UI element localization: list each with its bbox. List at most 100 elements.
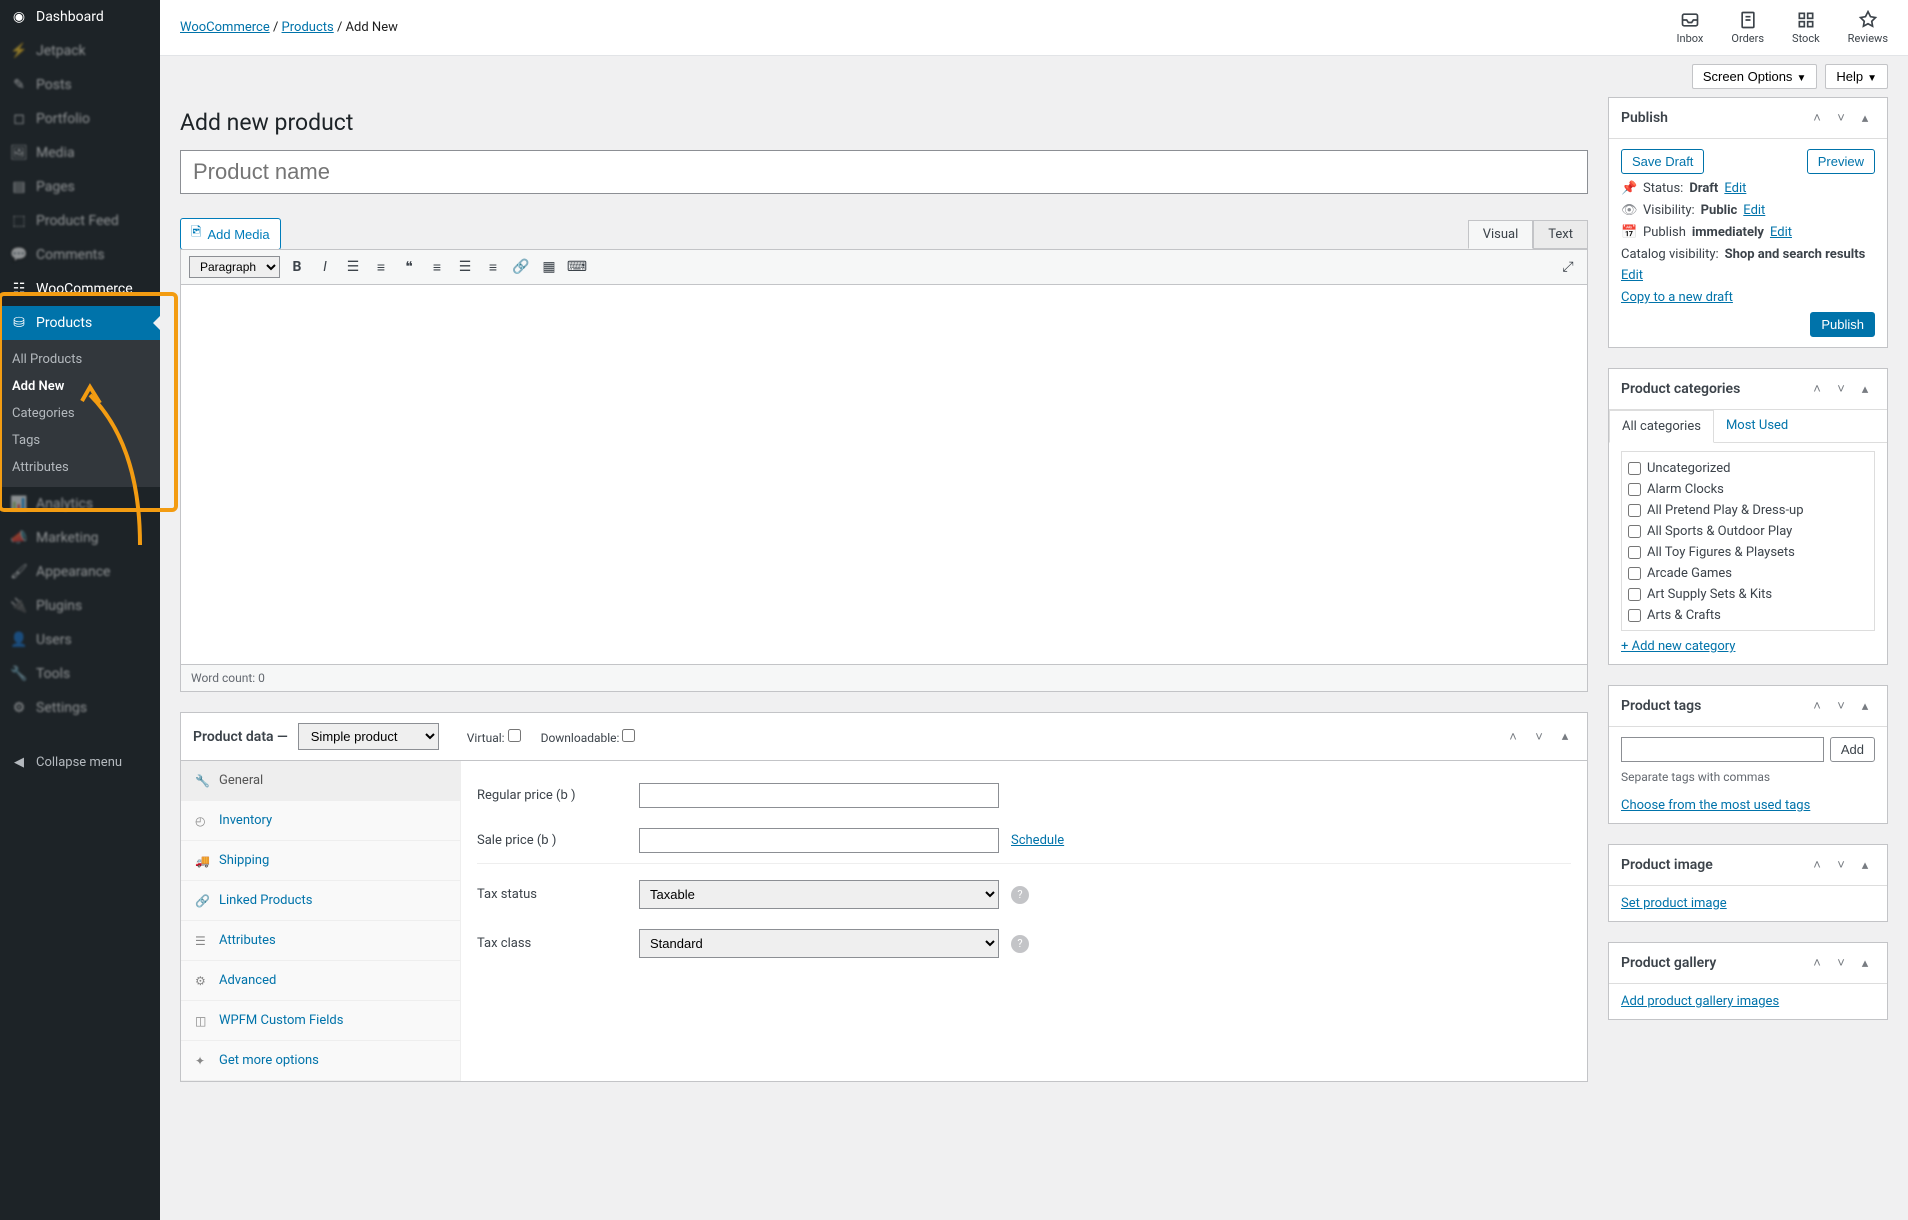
downloadable-checkbox[interactable] bbox=[622, 729, 635, 742]
sidebar-sub-tags[interactable]: Tags bbox=[0, 427, 160, 454]
category-checkbox[interactable] bbox=[1628, 525, 1641, 538]
tax-class-select[interactable]: Standard bbox=[639, 929, 999, 958]
topbar-reviews[interactable]: Reviews bbox=[1848, 10, 1888, 45]
save-draft-button[interactable]: Save Draft bbox=[1621, 149, 1704, 174]
breadcrumb-woocommerce[interactable]: WooCommerce bbox=[180, 20, 270, 35]
category-list[interactable]: Uncategorized Alarm Clocks All Pretend P… bbox=[1621, 451, 1875, 631]
preview-button[interactable]: Preview bbox=[1807, 149, 1875, 174]
set-product-image-link[interactable]: Set product image bbox=[1621, 896, 1727, 911]
category-checkbox[interactable] bbox=[1628, 483, 1641, 496]
drag-handle-icon[interactable]: ▴ bbox=[1855, 855, 1875, 875]
chevron-down-icon[interactable]: ˅ bbox=[1831, 696, 1851, 716]
drag-handle-icon[interactable]: ▴ bbox=[1855, 953, 1875, 973]
virtual-checkbox[interactable] bbox=[508, 729, 521, 742]
align-left-button[interactable]: ≡ bbox=[426, 256, 448, 278]
tab-shipping[interactable]: 🚚Shipping bbox=[181, 841, 460, 881]
link-button[interactable]: 🔗 bbox=[510, 256, 532, 278]
sidebar-item-blur: 🖼Media bbox=[0, 136, 160, 170]
sidebar-sub-attributes[interactable]: Attributes bbox=[0, 454, 160, 481]
sidebar-sub-categories[interactable]: Categories bbox=[0, 400, 160, 427]
edit-status-link[interactable]: Edit bbox=[1724, 181, 1746, 196]
add-category-link[interactable]: + Add new category bbox=[1621, 639, 1735, 654]
add-gallery-images-link[interactable]: Add product gallery images bbox=[1621, 994, 1779, 1009]
cat-tab-most-used[interactable]: Most Used bbox=[1714, 410, 1800, 442]
add-media-button[interactable]: 🖻 Add Media bbox=[180, 218, 281, 250]
collapse-menu[interactable]: ◀ Collapse menu bbox=[0, 745, 160, 779]
editor-tab-visual[interactable]: Visual bbox=[1468, 220, 1534, 249]
topbar-inbox[interactable]: Inbox bbox=[1677, 10, 1704, 45]
cat-tab-all[interactable]: All categories bbox=[1609, 410, 1714, 443]
blockquote-button[interactable]: ❝ bbox=[398, 256, 420, 278]
drag-handle-icon[interactable]: ▴ bbox=[1855, 379, 1875, 399]
tab-get-more[interactable]: ✦Get more options bbox=[181, 1041, 460, 1081]
add-tag-button[interactable]: Add bbox=[1830, 737, 1875, 762]
editor-content-area[interactable] bbox=[180, 285, 1588, 665]
product-type-select[interactable]: Simple product bbox=[298, 723, 439, 750]
drag-handle-icon[interactable]: ▴ bbox=[1855, 696, 1875, 716]
drag-handle-icon[interactable]: ▴ bbox=[1855, 108, 1875, 128]
chevron-up-icon[interactable]: ˄ bbox=[1503, 727, 1523, 747]
chevron-down-icon[interactable]: ˅ bbox=[1831, 953, 1851, 973]
publish-button[interactable]: Publish bbox=[1810, 312, 1875, 337]
tab-inventory[interactable]: ◴Inventory bbox=[181, 801, 460, 841]
schedule-link[interactable]: Schedule bbox=[1011, 833, 1064, 848]
chevron-up-icon[interactable]: ˄ bbox=[1807, 953, 1827, 973]
sidebar-item-woocommerce[interactable]: ☷ WooCommerce bbox=[0, 272, 160, 306]
chevron-up-icon[interactable]: ˄ bbox=[1807, 379, 1827, 399]
chevron-down-icon[interactable]: ˅ bbox=[1831, 855, 1851, 875]
sidebar-item-blur: ◻Portfolio bbox=[0, 102, 160, 136]
category-checkbox[interactable] bbox=[1628, 462, 1641, 475]
readmore-button[interactable]: ▦ bbox=[538, 256, 560, 278]
category-checkbox[interactable] bbox=[1628, 588, 1641, 601]
italic-button[interactable]: I bbox=[314, 256, 336, 278]
edit-catalog-link[interactable]: Edit bbox=[1621, 268, 1643, 283]
tax-status-select[interactable]: Taxable bbox=[639, 880, 999, 909]
bullet-list-button[interactable]: ☰ bbox=[342, 256, 364, 278]
category-checkbox[interactable] bbox=[1628, 504, 1641, 517]
category-item: All Toy Figures & Playsets bbox=[1628, 542, 1868, 563]
tab-advanced[interactable]: ⚙Advanced bbox=[181, 961, 460, 1001]
help-icon[interactable]: ? bbox=[1011, 935, 1029, 953]
product-name-input[interactable] bbox=[180, 150, 1588, 194]
screen-options-button[interactable]: Screen Options▼ bbox=[1692, 64, 1818, 89]
category-checkbox[interactable] bbox=[1628, 609, 1641, 622]
tab-wpfm[interactable]: ◫WPFM Custom Fields bbox=[181, 1001, 460, 1041]
sidebar-item-dashboard[interactable]: ◉ Dashboard bbox=[0, 0, 160, 34]
bold-button[interactable]: B bbox=[286, 256, 308, 278]
chevron-down-icon[interactable]: ˅ bbox=[1831, 379, 1851, 399]
numbered-list-button[interactable]: ≡ bbox=[370, 256, 392, 278]
edit-publish-link[interactable]: Edit bbox=[1770, 225, 1792, 240]
media-icon: 🖻 bbox=[191, 223, 201, 245]
chevron-up-icon[interactable]: ˄ bbox=[1807, 108, 1827, 128]
toolbar-toggle-button[interactable]: ⌨ bbox=[566, 256, 588, 278]
help-button[interactable]: Help▼ bbox=[1825, 64, 1888, 89]
sale-price-input[interactable] bbox=[639, 828, 999, 853]
choose-tags-link[interactable]: Choose from the most used tags bbox=[1621, 798, 1810, 813]
drag-handle-icon[interactable]: ▴ bbox=[1555, 727, 1575, 747]
regular-price-input[interactable] bbox=[639, 783, 999, 808]
fullscreen-button[interactable]: ⤢ bbox=[1557, 256, 1579, 278]
editor-tab-text[interactable]: Text bbox=[1533, 220, 1588, 249]
topbar-orders[interactable]: Orders bbox=[1731, 10, 1764, 45]
tag-input[interactable] bbox=[1621, 737, 1824, 762]
align-center-button[interactable]: ☰ bbox=[454, 256, 476, 278]
tab-linked-products[interactable]: 🔗Linked Products bbox=[181, 881, 460, 921]
breadcrumb-products[interactable]: Products bbox=[282, 20, 334, 35]
chevron-down-icon[interactable]: ˅ bbox=[1529, 727, 1549, 747]
chevron-down-icon[interactable]: ˅ bbox=[1831, 108, 1851, 128]
help-icon[interactable]: ? bbox=[1011, 886, 1029, 904]
topbar-stock[interactable]: Stock bbox=[1792, 10, 1820, 45]
tab-attributes[interactable]: ☰Attributes bbox=[181, 921, 460, 961]
sidebar-item-products[interactable]: ⛁ Products bbox=[0, 306, 160, 340]
edit-visibility-link[interactable]: Edit bbox=[1743, 203, 1765, 218]
chevron-up-icon[interactable]: ˄ bbox=[1807, 696, 1827, 716]
format-select[interactable]: Paragraph bbox=[189, 256, 280, 278]
align-right-button[interactable]: ≡ bbox=[482, 256, 504, 278]
tab-general[interactable]: 🔧General bbox=[181, 761, 460, 801]
category-checkbox[interactable] bbox=[1628, 567, 1641, 580]
sidebar-sub-all-products[interactable]: All Products bbox=[0, 346, 160, 373]
category-checkbox[interactable] bbox=[1628, 546, 1641, 559]
copy-draft-link[interactable]: Copy to a new draft bbox=[1621, 290, 1733, 305]
sidebar-sub-add-new[interactable]: Add New bbox=[0, 373, 160, 400]
chevron-up-icon[interactable]: ˄ bbox=[1807, 855, 1827, 875]
